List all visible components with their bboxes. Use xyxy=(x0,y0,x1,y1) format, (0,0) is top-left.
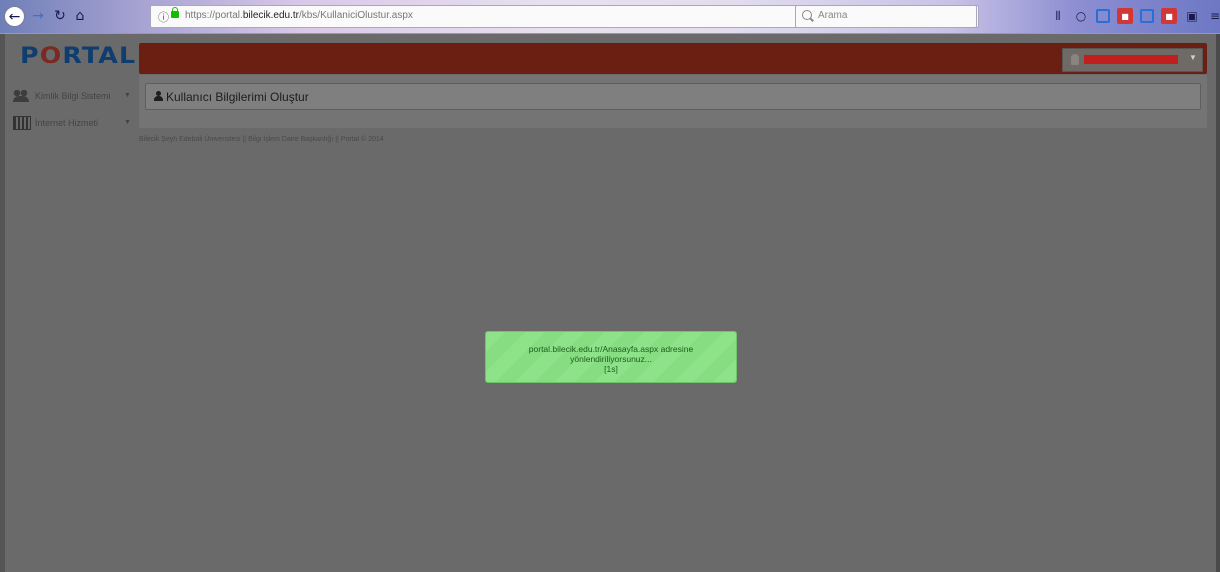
red-addon-icon[interactable]: ■ xyxy=(1161,8,1177,24)
redirect-toast: portal.bilecik.edu.tr/Anasayfa.aspx adre… xyxy=(485,331,737,383)
sidebar-item-kimlik[interactable]: Kimlik Bilgi Sistemi ▼ xyxy=(5,82,139,109)
back-button[interactable]: ← xyxy=(4,6,25,27)
lock-icon xyxy=(171,7,179,18)
search-box[interactable]: Arama xyxy=(795,5,977,28)
sidebar: Kimlik Bilgi Sistemi ▼ İnternet Hizmeti … xyxy=(5,82,139,136)
user-menu[interactable]: ▼ xyxy=(1062,48,1203,72)
circle-icon[interactable]: ○ xyxy=(1073,8,1089,24)
square-icon[interactable] xyxy=(1096,9,1110,23)
sidebar-item-internet[interactable]: İnternet Hizmeti ▼ xyxy=(5,109,139,136)
reload-button[interactable]: ↻ xyxy=(50,6,70,26)
portal-logo[interactable]: PORTAL xyxy=(20,44,136,69)
menu-icon[interactable]: ≡ xyxy=(1207,8,1220,24)
panel-icon[interactable]: ▣ xyxy=(1184,8,1200,24)
sidebar-item-label: Kimlik Bilgi Sistemi xyxy=(35,90,111,101)
search-icon xyxy=(802,10,812,20)
chevron-down-icon: ▼ xyxy=(124,92,131,99)
footer: Bilecik Şeyh Edebali Üniversitesi || Bil… xyxy=(139,136,384,143)
addon-icon[interactable]: ■ xyxy=(1117,8,1133,24)
toolbar-icons: ⫴ ○ ■ ■ ▣ ≡ xyxy=(1050,6,1220,26)
left-edge xyxy=(0,34,5,572)
url-domain: bilecik.edu.tr xyxy=(242,10,299,21)
forward-button[interactable]: → xyxy=(28,6,48,26)
home-button[interactable]: ⌂ xyxy=(70,6,90,26)
network-icon xyxy=(13,115,31,130)
logo-letter-o: O xyxy=(39,44,63,69)
users-icon xyxy=(13,89,29,102)
logo-rest: RTAL xyxy=(62,44,137,69)
url-prefix: https://portal. xyxy=(185,10,243,21)
search-placeholder: Arama xyxy=(818,10,848,21)
page-overlay: PORTAL Kimlik Bilgi Sistemi ▼ İnternet H… xyxy=(0,34,1220,572)
chevron-down-icon: ▼ xyxy=(124,119,131,126)
url-path: /kbs/KullaniciOlustur.aspx xyxy=(298,10,413,21)
user-icon xyxy=(1071,54,1079,65)
page-title: Kullanıcı Bilgilerimi Oluştur xyxy=(166,90,309,104)
toast-line-1: portal.bilecik.edu.tr/Anasayfa.aspx adre… xyxy=(528,344,694,354)
toast-countdown: [1s] xyxy=(604,364,618,374)
user-name-redacted xyxy=(1084,55,1178,64)
page-title-bar: Kullanıcı Bilgilerimi Oluştur xyxy=(145,83,1201,110)
right-edge xyxy=(1216,34,1220,572)
screen-icon[interactable] xyxy=(1140,9,1154,23)
info-icon[interactable]: ⓘ xyxy=(158,9,169,25)
chevron-down-icon: ▼ xyxy=(1189,53,1197,62)
library-icon[interactable]: ⫴ xyxy=(1050,8,1066,24)
browser-toolbar: ← → ↻ ⌂ ⓘ https://portal.bilecik.edu.tr/… xyxy=(0,0,1220,34)
user-icon xyxy=(154,91,163,101)
logo-letter-p: P xyxy=(20,44,40,69)
toast-line-2: yönlendiriliyorsunuz... xyxy=(570,354,652,364)
top-header xyxy=(139,43,1207,74)
sidebar-item-label: İnternet Hizmeti xyxy=(35,117,99,128)
url-text[interactable]: https://portal.bilecik.edu.tr/kbs/Kullan… xyxy=(185,10,413,21)
